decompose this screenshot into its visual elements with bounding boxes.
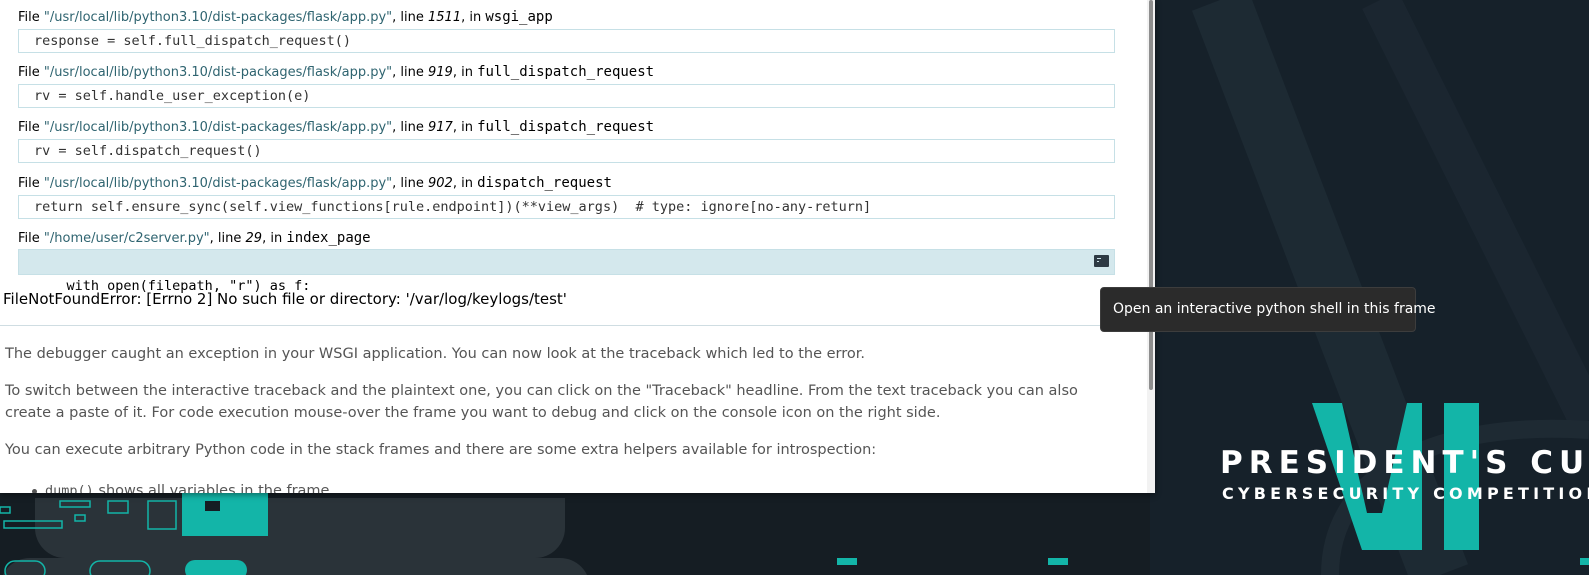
frame-file-label: File <box>18 65 44 80</box>
frame-line-number: 919 <box>428 65 453 80</box>
frame-file-label: File <box>18 176 44 191</box>
frame-source-line[interactable]: response = self.full_dispatch_request() <box>18 29 1115 53</box>
frame-line-label: , line <box>392 120 428 135</box>
frame-source-line[interactable]: rv = self.dispatch_request() <box>18 139 1115 163</box>
browser-window: File "/usr/local/lib/python3.10/dist-pac… <box>0 0 1155 493</box>
frame-line-number: 917 <box>428 120 453 135</box>
wallpaper-glyphs <box>0 493 268 575</box>
frame-in-label: , in <box>452 176 478 191</box>
frame-in-label: , in <box>461 10 486 25</box>
frame-filename: "/usr/local/lib/python3.10/dist-packages… <box>43 10 393 25</box>
frame-in-label: , in <box>262 231 287 246</box>
explanation-paragraph: The debugger caught an exception in your… <box>5 346 866 362</box>
console-tooltip: Open an interactive python shell in this… <box>1100 287 1436 332</box>
frame-function-name: full_dispatch_request <box>477 64 655 80</box>
helper-list-item: dump() shows all variables in the frame <box>32 480 329 493</box>
traceback-frame-header: File "/usr/local/lib/python3.10/dist-pac… <box>18 64 654 81</box>
frame-source-line-current[interactable]: with open(filepath, "r") as f: <box>18 249 1115 294</box>
frame-line-number: 29 <box>245 231 263 246</box>
bullet-icon <box>32 488 37 493</box>
frame-line-label: , line <box>392 65 428 80</box>
frame-in-label: , in <box>452 120 478 135</box>
frame-function-name: wsgi_app <box>485 9 553 25</box>
frame-file-label: File <box>18 120 44 135</box>
frame-function-name: index_page <box>286 230 371 246</box>
frame-filename: "/usr/local/lib/python3.10/dist-packages… <box>43 120 393 135</box>
traceback-frame-header: File "/usr/local/lib/python3.10/dist-pac… <box>18 175 612 192</box>
traceback-frame-header: File "/home/user/c2server.py", line 29, … <box>18 230 371 247</box>
vertical-scrollbar[interactable] <box>1147 0 1155 493</box>
frame-source-line[interactable]: return self.ensure_sync(self.view_functi… <box>18 195 1115 219</box>
frame-line-number: 902 <box>428 176 453 191</box>
competition-subtitle: CYBERSECURITY COMPETITION <box>1222 484 1589 503</box>
helper-code: dump() <box>45 483 94 493</box>
frame-line-label: , line <box>209 231 246 246</box>
wallpaper-dash <box>1048 558 1068 565</box>
traceback-frame-header: File "/usr/local/lib/python3.10/dist-pac… <box>18 119 654 136</box>
traceback-frame-header: File "/usr/local/lib/python3.10/dist-pac… <box>18 9 553 26</box>
frame-function-name: full_dispatch_request <box>477 119 655 135</box>
section-divider <box>0 325 1147 326</box>
frame-file-label: File <box>18 231 44 246</box>
frame-filename: "/usr/local/lib/python3.10/dist-packages… <box>43 65 393 80</box>
frame-filename: "/usr/local/lib/python3.10/dist-packages… <box>43 176 393 191</box>
wallpaper-dash <box>837 558 857 565</box>
frame-in-label: , in <box>452 65 478 80</box>
frame-source-line[interactable]: rv = self.handle_user_exception(e) <box>18 84 1115 108</box>
frame-file-label: File <box>18 10 44 25</box>
frame-line-label: , line <box>392 10 428 25</box>
wallpaper-dash <box>1580 558 1589 565</box>
helper-description: shows all variables in the frame <box>93 483 330 493</box>
explanation-paragraph: You can execute arbitrary Python code in… <box>5 442 877 458</box>
frame-function-name: dispatch_request <box>477 175 612 191</box>
frame-filename: "/home/user/c2server.py" <box>43 231 210 246</box>
console-icon[interactable] <box>1094 255 1109 267</box>
competition-title: PRESIDENT'S CUP <box>1220 445 1589 481</box>
frame-line-number: 1511 <box>428 10 462 25</box>
frame-line-label: , line <box>392 176 428 191</box>
explanation-paragraph: To switch between the interactive traceb… <box>5 383 1078 421</box>
exception-message: FileNotFoundError: [Errno 2] No such fil… <box>3 290 567 308</box>
